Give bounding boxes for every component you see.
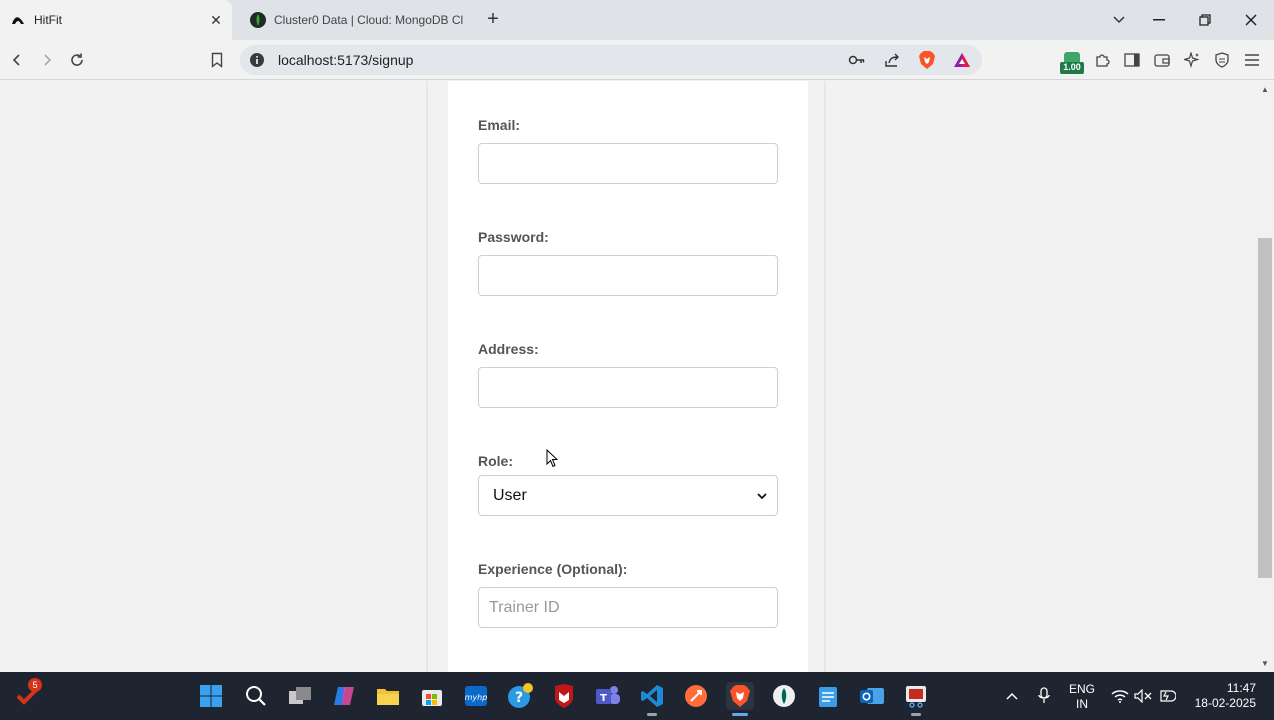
- language-line1: ENG: [1068, 682, 1095, 696]
- address-label: Address:: [478, 341, 539, 357]
- battery-icon[interactable]: [1153, 682, 1181, 710]
- page-scrollbar[interactable]: ▲ ▼: [1256, 81, 1274, 672]
- tab-mongodb[interactable]: Cluster0 Data | Cloud: MongoDB Cl: [240, 0, 472, 40]
- mongodb-leaf-icon: [250, 12, 266, 28]
- role-label: Role:: [478, 453, 513, 469]
- postman-icon[interactable]: [682, 682, 710, 710]
- back-arrow-icon[interactable]: [5, 48, 29, 72]
- microsoft-store-icon[interactable]: [418, 682, 446, 710]
- svg-text:myhp: myhp: [465, 693, 488, 702]
- clock-time: 11:47: [1226, 681, 1256, 695]
- menu-hamburger-icon[interactable]: [1240, 48, 1264, 72]
- reload-icon[interactable]: [65, 48, 89, 72]
- wallet-icon[interactable]: [1150, 48, 1174, 72]
- copilot-icon[interactable]: [330, 682, 358, 710]
- svg-text:?: ?: [515, 690, 523, 706]
- scroll-up-icon[interactable]: ▲: [1260, 85, 1270, 95]
- address-bar[interactable]: localhost:5173/signup: [240, 45, 982, 75]
- leo-ai-icon[interactable]: [1180, 48, 1204, 72]
- email-field[interactable]: [478, 143, 778, 184]
- vpn-shield-icon[interactable]: [1210, 48, 1234, 72]
- brave-browser-icon[interactable]: [726, 682, 754, 710]
- tab-search-chevron-icon[interactable]: [1097, 0, 1141, 40]
- forward-arrow-icon[interactable]: [35, 48, 59, 72]
- role-select[interactable]: User: [478, 475, 778, 516]
- extension-badge-icon[interactable]: 1.00: [1060, 52, 1084, 74]
- windows-taskbar: 5 myhp ? T ENG IN 11:47 18-02-2025: [0, 672, 1274, 720]
- site-info-icon[interactable]: [249, 52, 265, 68]
- chevron-down-icon: [757, 487, 767, 505]
- myhp-icon[interactable]: myhp: [462, 682, 490, 710]
- close-window-button[interactable]: [1229, 0, 1273, 40]
- password-key-icon[interactable]: [847, 50, 867, 70]
- mcafee-icon[interactable]: [550, 682, 578, 710]
- language-line2: IN: [1076, 697, 1088, 711]
- scroll-thumb[interactable]: [1258, 238, 1272, 578]
- browser-toolbar: localhost:5173/signup 1.00: [0, 40, 1274, 80]
- task-view-icon[interactable]: [286, 682, 314, 710]
- clock[interactable]: 11:47 18-02-2025: [1192, 681, 1264, 711]
- brave-active-indicator: [732, 713, 748, 716]
- page-viewport: Email: Password: Address: Role: User Exp…: [0, 81, 1256, 672]
- help-icon[interactable]: ?: [506, 682, 534, 710]
- sidebar-toggle-icon[interactable]: [1120, 48, 1144, 72]
- experience-label: Experience (Optional):: [478, 561, 628, 577]
- snipping-running-indicator: [911, 713, 921, 716]
- outlook-icon[interactable]: [858, 682, 886, 710]
- email-label: Email:: [478, 117, 521, 133]
- restore-button[interactable]: [1183, 0, 1227, 40]
- clock-date: 18-02-2025: [1194, 696, 1256, 710]
- tab-strip: HitFit ✕ Cluster0 Data | Cloud: MongoDB …: [0, 0, 1274, 40]
- language-indicator[interactable]: ENG IN: [1064, 682, 1100, 712]
- brave-shields-icon[interactable]: [917, 50, 937, 70]
- tab-title: HitFit: [34, 13, 62, 27]
- notification-count-badge: 5: [28, 678, 42, 692]
- bookmark-icon[interactable]: [205, 48, 229, 72]
- signup-card-frame: Email: Password: Address: Role: User Exp…: [426, 81, 826, 672]
- teams-icon[interactable]: T: [594, 682, 622, 710]
- role-selected-value: User: [493, 486, 527, 504]
- extension-badge-text: 1.00: [1063, 62, 1081, 72]
- new-tab-button[interactable]: +: [482, 8, 504, 30]
- tab-title: Cluster0 Data | Cloud: MongoDB Cl: [274, 13, 464, 27]
- svg-text:T: T: [600, 693, 607, 704]
- experience-field[interactable]: Trainer ID: [478, 587, 778, 628]
- password-label: Password:: [478, 229, 549, 245]
- hitfit-favicon-icon: [10, 12, 26, 28]
- share-icon[interactable]: [882, 50, 902, 70]
- brave-rewards-icon[interactable]: [952, 50, 972, 70]
- address-field[interactable]: [478, 367, 778, 408]
- microphone-icon[interactable]: [1030, 682, 1058, 710]
- mongodb-compass-icon[interactable]: [770, 682, 798, 710]
- minimize-button[interactable]: [1137, 0, 1181, 40]
- experience-placeholder: Trainer ID: [489, 598, 560, 616]
- url-text: localhost:5173/signup: [278, 52, 414, 68]
- password-field[interactable]: [478, 255, 778, 296]
- extensions-puzzle-icon[interactable]: [1090, 48, 1114, 72]
- scroll-down-icon[interactable]: ▼: [1260, 659, 1270, 669]
- notepad-icon[interactable]: [814, 682, 842, 710]
- mcafee-tray-icon[interactable]: 5: [14, 678, 42, 710]
- windows-start-icon[interactable]: [197, 682, 225, 710]
- search-icon[interactable]: [242, 682, 270, 710]
- mouse-cursor-icon: [546, 448, 560, 469]
- snipping-tool-icon[interactable]: [902, 682, 930, 710]
- tab-hitfit[interactable]: HitFit ✕: [0, 0, 232, 40]
- chevron-up-icon[interactable]: [998, 682, 1026, 710]
- vscode-running-indicator: [647, 713, 657, 716]
- file-explorer-icon[interactable]: [374, 682, 402, 710]
- vscode-icon[interactable]: [638, 682, 666, 710]
- close-tab-icon[interactable]: ✕: [204, 12, 228, 29]
